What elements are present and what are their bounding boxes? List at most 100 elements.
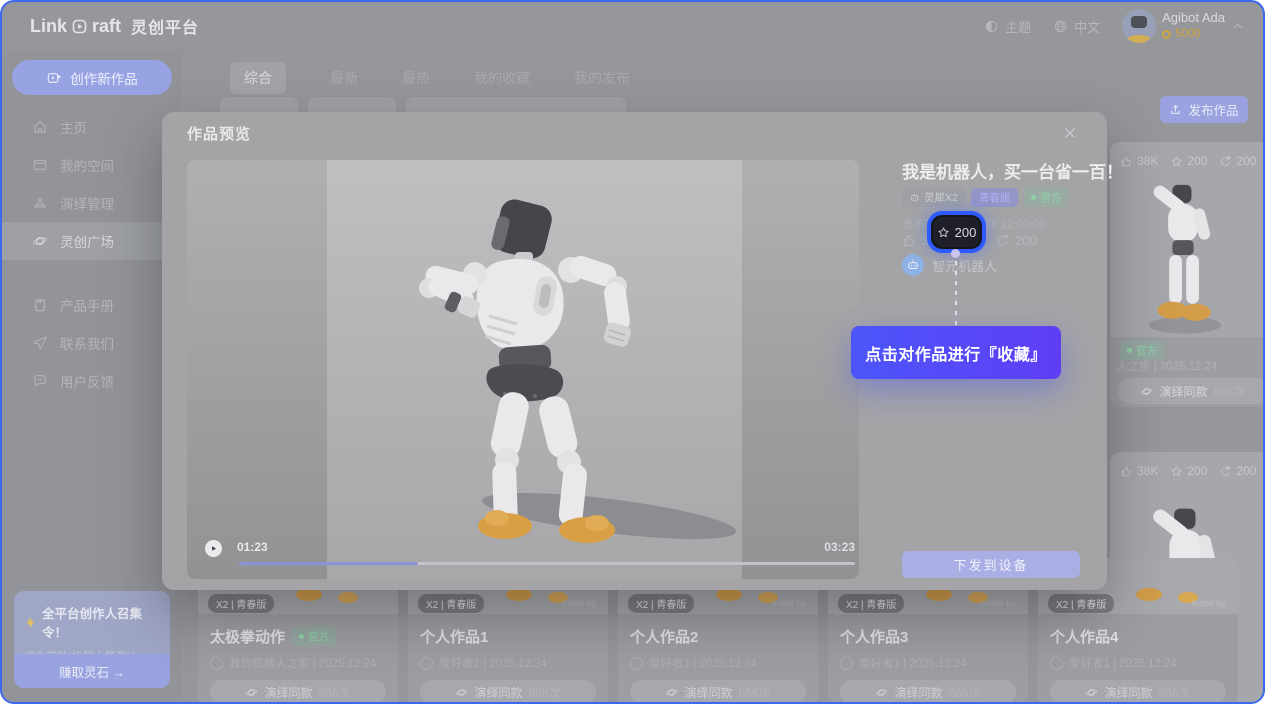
sidebar-item-home[interactable]: 主页	[2, 108, 182, 146]
current-time: 01:23	[237, 540, 268, 554]
sidebar-item-user-feedback[interactable]: 用户反馈	[2, 362, 182, 400]
play-icon	[208, 543, 219, 554]
app-window: LinkCraft Linkraft 灵创平台 主题 中文 Agibot Ada…	[0, 0, 1265, 704]
sidebar-item-my-space[interactable]: 我的空间	[2, 146, 182, 184]
user-menu[interactable]: Agibot Ada 5000	[1122, 9, 1245, 43]
official-tag: 官方	[292, 627, 336, 646]
tab-my-publications[interactable]: 我的发布	[574, 62, 630, 94]
card-byline: 爱好者1 | 2025.12.24	[859, 655, 967, 671]
create-button-label: 创作新作品	[70, 68, 138, 88]
sidebar-item-label: 联系我们	[60, 333, 114, 353]
sidebar-item-label: 灵创广场	[60, 231, 114, 251]
feed-tabs: 综合 最新 最热 我的收藏 我的发布	[230, 62, 630, 94]
author-avatar	[1050, 657, 1063, 670]
favorite-count: 200	[955, 225, 977, 240]
flash-icon	[24, 616, 37, 629]
chat-bubble-icon	[32, 373, 48, 389]
card-byline: 爱好者1 | 2025.12.24	[1069, 655, 1177, 671]
share-stat[interactable]: 200	[995, 233, 1037, 248]
orbit-icon	[245, 686, 258, 699]
share-icon	[1219, 465, 1232, 478]
card-title: 个人作品1	[420, 626, 488, 647]
creator-recruit-promo-card: 全平台创作人召集令！ 成为首批“机器人导演”！ 赚取灵石 →	[14, 591, 170, 688]
paper-plane-icon	[32, 335, 48, 351]
model-badge: X2 | 青春版	[418, 594, 484, 613]
connector-dot	[951, 249, 960, 258]
theme-toggle[interactable]: 主题	[984, 17, 1031, 36]
deploy-to-device-button[interactable]: 下发到设备	[902, 551, 1080, 578]
official-tag: 官方	[1024, 188, 1068, 207]
model-badge: X2 | 青春版	[208, 594, 274, 613]
video-plus-icon	[46, 70, 62, 86]
remix-same-button[interactable]: 演绎同款666次	[630, 680, 806, 704]
play-logo-icon	[71, 18, 88, 35]
book-icon	[32, 297, 48, 313]
logo-text-right: raft	[92, 16, 121, 37]
user-name: Agibot Ada	[1162, 10, 1225, 26]
logo-text-left: Link	[30, 16, 67, 37]
star-icon	[1170, 465, 1183, 478]
remix-label: 演绎同款	[1159, 383, 1207, 400]
author-avatar	[840, 657, 853, 670]
robot-face-icon	[906, 258, 920, 272]
sidebar-item-label: 演绎管理	[60, 193, 114, 213]
share-count: 200	[1236, 154, 1256, 168]
favorite-button-spotlight[interactable]: 200	[933, 217, 980, 247]
avatar	[1122, 9, 1156, 43]
remix-same-button[interactable]: 演绎同款666次	[1050, 680, 1226, 704]
orbit-icon	[1085, 686, 1098, 699]
create-new-work-button[interactable]: 创作新作品	[12, 60, 172, 95]
model-badge: X2 | 青春版	[1048, 594, 1114, 613]
favorite-count: 200	[1187, 154, 1207, 168]
card-byline: 爱好者1 | 2025.12.24	[439, 655, 547, 671]
made-by-watermark: made by	[1191, 598, 1226, 608]
author-row[interactable]: 智元机器人	[902, 254, 997, 276]
like-count: 38K	[1137, 464, 1158, 478]
language-switcher[interactable]: 中文	[1053, 17, 1100, 36]
brand-cn-label: 灵创平台	[131, 14, 199, 38]
made-by-watermark: made by	[771, 598, 806, 608]
orbit-icon	[875, 686, 888, 699]
tab-my-favorites[interactable]: 我的收藏	[474, 62, 530, 94]
work-card-right-1[interactable]: 38K 200 200 官方 人之家 | 2025.12.24 演绎同款 666…	[1110, 142, 1265, 407]
edition-tag: 青春版	[971, 188, 1019, 207]
top-header: LinkCraft Linkraft 灵创平台 主题 中文 Agibot Ada…	[2, 2, 1263, 50]
sidebar-item-lingchuang-plaza[interactable]: 灵创广场	[2, 222, 182, 260]
sidebar-item-label: 主页	[60, 117, 87, 137]
brand-logo[interactable]: LinkCraft Linkraft 灵创平台	[30, 14, 199, 38]
total-duration: 03:23	[824, 540, 855, 554]
nodes-icon	[32, 195, 48, 211]
close-icon[interactable]	[1061, 124, 1079, 142]
remix-same-button[interactable]: 演绎同款666次	[210, 680, 386, 704]
like-count: 38K	[1137, 154, 1158, 168]
like-icon	[1120, 465, 1133, 478]
share-icon	[1219, 155, 1232, 168]
sidebar-nav: 主页 我的空间 演绎管理 灵创广场 产品手册 联系我们	[2, 108, 182, 400]
robot-video-frame	[347, 174, 767, 554]
card-title: 个人作品3	[840, 626, 908, 647]
header-right-cluster: 主题 中文 Agibot Ada 5000	[984, 2, 1245, 50]
remix-same-button[interactable]: 演绎同款666次	[840, 680, 1016, 704]
green-dot-icon	[1031, 195, 1036, 200]
sidebar-item-product-manual[interactable]: 产品手册	[2, 286, 182, 324]
modal-title: 作品预览	[187, 123, 251, 144]
made-by-watermark: made by	[561, 598, 596, 608]
tab-hottest[interactable]: 最热	[402, 62, 430, 94]
play-button[interactable]	[205, 540, 222, 557]
sidebar-item-performance-mgmt[interactable]: 演绎管理	[2, 184, 182, 222]
card-title: 太极拳动作	[210, 626, 285, 647]
card-byline: 人之家 | 2025.12.24	[1116, 358, 1217, 374]
theme-label: 主题	[1005, 17, 1031, 36]
share-count: 200	[1015, 233, 1037, 248]
remix-same-button[interactable]: 演绎同款666次	[420, 680, 596, 704]
sidebar-item-contact-us[interactable]: 联系我们	[2, 324, 182, 362]
tab-comprehensive[interactable]: 综合	[230, 62, 286, 94]
progress-bar[interactable]	[239, 562, 855, 565]
tab-newest[interactable]: 最新	[330, 62, 358, 94]
publish-work-button[interactable]: 发布作品	[1160, 96, 1248, 123]
share-icon	[995, 233, 1010, 248]
earn-lingshi-button[interactable]: 赚取灵石 →	[14, 654, 170, 688]
made-by-watermark: made by	[981, 598, 1016, 608]
card-byline: 爱好者1 | 2025.12.24	[649, 655, 757, 671]
remix-same-button[interactable]: 演绎同款 666次	[1118, 378, 1265, 404]
